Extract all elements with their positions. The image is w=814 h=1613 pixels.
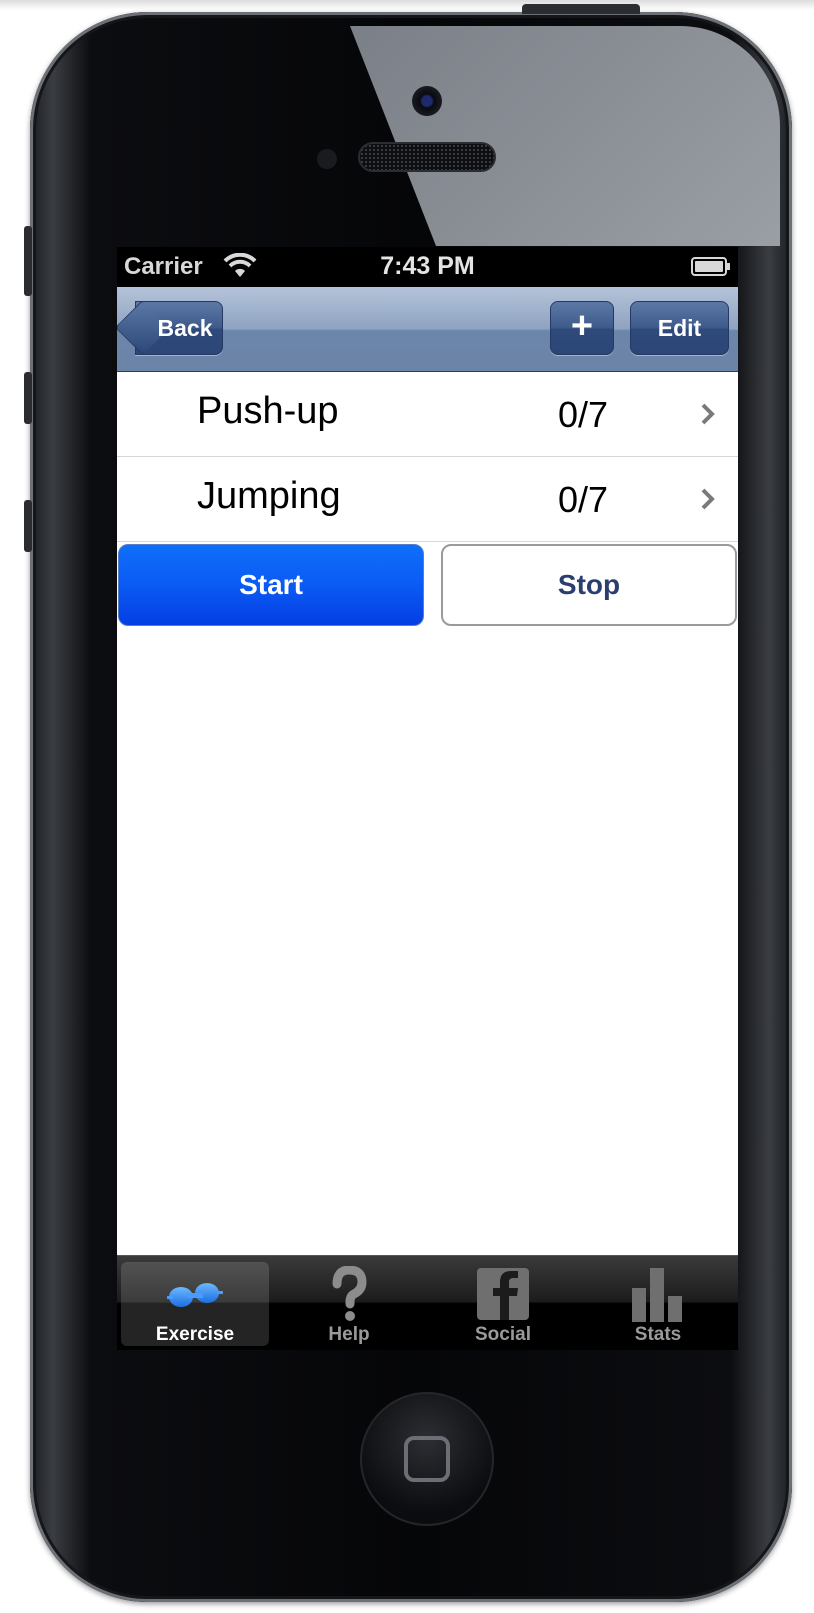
start-button[interactable]: Start — [118, 544, 424, 626]
volume-down-button — [24, 500, 32, 552]
exercise-name: Jumping — [197, 475, 341, 517]
home-square-icon — [404, 1436, 450, 1482]
glass-reflection — [350, 26, 780, 246]
front-camera-icon — [412, 86, 442, 116]
stop-button[interactable]: Stop — [441, 544, 737, 626]
exercise-name: Push-up — [197, 390, 339, 432]
chevron-right-icon — [701, 488, 715, 510]
back-button-label: Back — [157, 315, 213, 341]
tab-exercise[interactable]: Exercise — [121, 1262, 269, 1346]
add-button[interactable]: + — [550, 301, 614, 355]
tab-label: Exercise — [155, 1324, 235, 1345]
bar-chart-icon — [632, 1268, 682, 1322]
device-screen: Carrier 7:43 PM Back + Edit Push-up 0/7 … — [117, 247, 738, 1350]
navigation-bar: Back + Edit — [117, 287, 738, 372]
home-button[interactable] — [360, 1392, 494, 1526]
dumbbell-icon — [167, 1283, 223, 1307]
earpiece-speaker — [358, 142, 496, 172]
status-bar: Carrier 7:43 PM — [117, 247, 738, 287]
tab-bar: Exercise Help Social Stats — [117, 1255, 738, 1350]
proximity-sensor — [317, 149, 337, 169]
exercise-count: 0/7 — [558, 479, 609, 520]
chevron-right-icon — [701, 403, 715, 425]
question-icon — [332, 1266, 367, 1321]
battery-icon — [691, 257, 730, 276]
tab-social[interactable]: Social — [429, 1262, 577, 1346]
phone-frame: Carrier 7:43 PM Back + Edit Push-up 0/7 … — [30, 12, 792, 1602]
exercise-count: 0/7 — [558, 394, 609, 435]
mute-switch — [24, 226, 32, 296]
status-time: 7:43 PM — [380, 252, 475, 280]
tab-label: Stats — [634, 1324, 682, 1345]
list-item[interactable]: Push-up 0/7 — [117, 372, 738, 457]
volume-up-button — [24, 372, 32, 424]
facebook-icon — [477, 1268, 529, 1320]
window-top-edge — [0, 0, 814, 10]
tab-label: Social — [475, 1324, 531, 1345]
power-button — [522, 4, 640, 14]
tab-stats[interactable]: Stats — [584, 1262, 732, 1346]
tab-help[interactable]: Help — [275, 1262, 423, 1346]
back-button[interactable]: Back — [117, 299, 223, 356]
tab-label: Help — [328, 1324, 370, 1345]
edit-button[interactable]: Edit — [630, 301, 729, 355]
list-item[interactable]: Jumping 0/7 — [117, 457, 738, 542]
